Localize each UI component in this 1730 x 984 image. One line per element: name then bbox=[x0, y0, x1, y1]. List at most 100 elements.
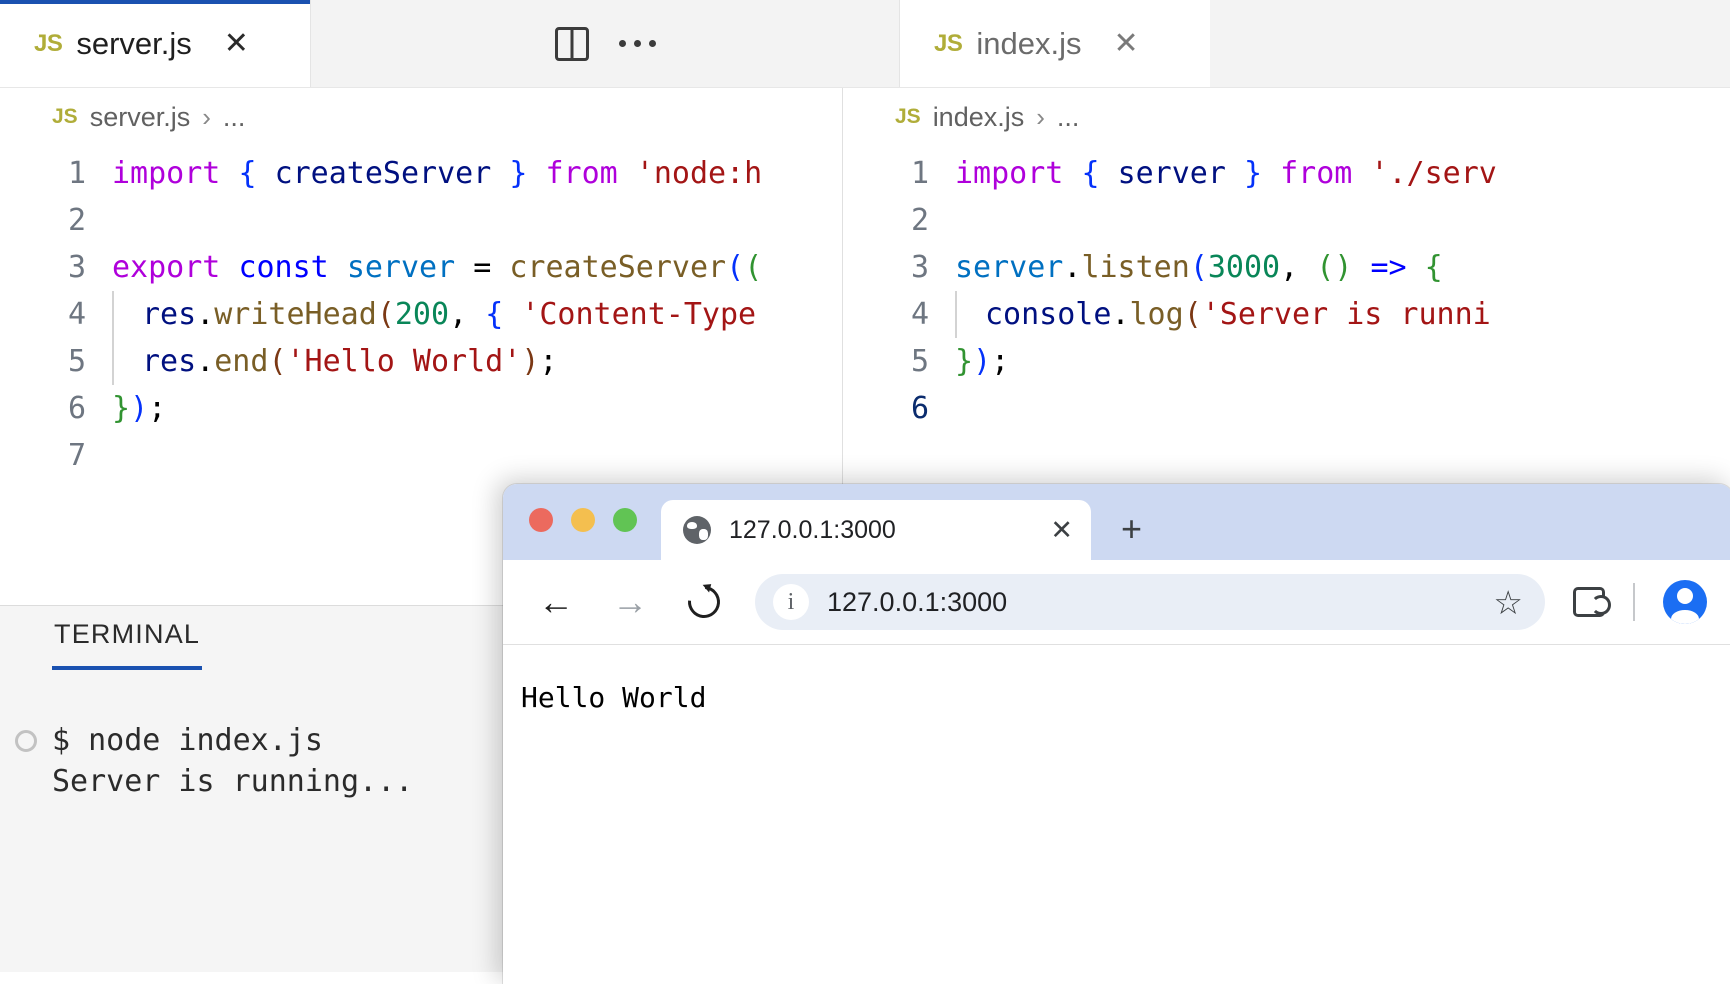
code-token bbox=[491, 156, 509, 191]
command-decoration-icon bbox=[15, 730, 37, 752]
code-token: 'Hello World' bbox=[287, 344, 522, 379]
breadcrumb-rest[interactable]: ... bbox=[1057, 102, 1080, 133]
code-token bbox=[1352, 156, 1370, 191]
code-text: res.writeHead(200, { 'Content-Type bbox=[112, 291, 756, 338]
code-token: createServer bbox=[275, 156, 492, 191]
code-line[interactable]: 5}); bbox=[843, 338, 1730, 385]
code-token: ( bbox=[1316, 250, 1334, 285]
code-line[interactable]: 2 bbox=[0, 197, 842, 244]
line-number: 2 bbox=[843, 197, 955, 244]
code-token: 'Server is runni bbox=[1202, 297, 1491, 332]
profile-avatar[interactable] bbox=[1663, 580, 1707, 624]
code-text: import { createServer } from 'node:h bbox=[112, 150, 762, 197]
browser-tab[interactable]: 127.0.0.1:3000 ✕ bbox=[661, 500, 1091, 560]
code-token: 'node:h bbox=[636, 156, 762, 191]
browser-window: 127.0.0.1:3000 ✕ + ← → i 127.0.0.1:3000 … bbox=[503, 484, 1730, 984]
reload-button[interactable] bbox=[681, 579, 727, 625]
forward-button[interactable]: → bbox=[607, 579, 653, 625]
code-line[interactable]: 4console.log('Server is runni bbox=[843, 291, 1730, 338]
traffic-lights bbox=[529, 484, 637, 560]
close-button[interactable] bbox=[529, 508, 553, 532]
terminal-text: $ node index.js bbox=[52, 720, 323, 761]
tab-terminal[interactable]: TERMINAL bbox=[52, 619, 202, 670]
code-token: res bbox=[142, 344, 196, 379]
code-token: , bbox=[1280, 250, 1298, 285]
indent-guide bbox=[112, 338, 114, 385]
code-token: } bbox=[112, 391, 130, 426]
code-token: 200 bbox=[395, 297, 449, 332]
code-line[interactable]: 4res.writeHead(200, { 'Content-Type bbox=[0, 291, 842, 338]
code-line[interactable]: 3export const server = createServer(( bbox=[0, 244, 842, 291]
close-icon[interactable]: ✕ bbox=[1050, 517, 1073, 544]
new-tab-button[interactable]: + bbox=[1121, 508, 1142, 560]
line-number: 1 bbox=[843, 150, 955, 197]
js-file-icon: JS bbox=[895, 105, 921, 129]
browser-toolbar: ← → i 127.0.0.1:3000 ☆ bbox=[503, 560, 1730, 644]
code-line[interactable]: 1import { createServer } from 'node:h bbox=[0, 150, 842, 197]
breadcrumb[interactable]: JS server.js › ... bbox=[0, 88, 842, 146]
breadcrumb-rest[interactable]: ... bbox=[223, 102, 246, 133]
indent-guide bbox=[112, 291, 114, 338]
code-token: ) bbox=[973, 344, 991, 379]
address-bar[interactable]: i 127.0.0.1:3000 ☆ bbox=[755, 574, 1545, 630]
code-token bbox=[329, 250, 347, 285]
code-area[interactable]: 1import { server } from './serv23server.… bbox=[843, 146, 1730, 432]
code-token bbox=[220, 156, 238, 191]
code-token: writeHead bbox=[214, 297, 377, 332]
bookmark-star-icon[interactable]: ☆ bbox=[1493, 586, 1523, 619]
code-line[interactable]: 6}); bbox=[0, 385, 842, 432]
line-number: 5 bbox=[0, 338, 112, 385]
code-token: ; bbox=[991, 344, 1009, 379]
code-line[interactable]: 7 bbox=[0, 432, 842, 479]
code-token: createServer bbox=[509, 250, 726, 285]
js-file-icon: JS bbox=[934, 30, 962, 58]
back-button[interactable]: ← bbox=[533, 579, 579, 625]
breadcrumb[interactable]: JS index.js › ... bbox=[843, 88, 1730, 146]
tab-server-js[interactable]: JS server.js ✕ bbox=[0, 0, 311, 87]
code-token: log bbox=[1130, 297, 1184, 332]
code-token bbox=[1407, 250, 1425, 285]
code-token: } bbox=[955, 344, 973, 379]
line-number: 5 bbox=[843, 338, 955, 385]
arrow-right-icon: → bbox=[612, 584, 648, 620]
code-token: res bbox=[142, 297, 196, 332]
code-token: = bbox=[473, 250, 491, 285]
code-area[interactable]: 1import { createServer } from 'node:h23e… bbox=[0, 146, 842, 479]
url-text: 127.0.0.1:3000 bbox=[827, 587, 1475, 618]
browser-tab-title: 127.0.0.1:3000 bbox=[729, 516, 1032, 545]
breadcrumb-file[interactable]: index.js bbox=[933, 102, 1025, 133]
code-line[interactable]: 6 bbox=[843, 385, 1730, 432]
toolbar-divider bbox=[1633, 583, 1635, 621]
line-number: 4 bbox=[843, 291, 955, 338]
code-line[interactable]: 2 bbox=[843, 197, 1730, 244]
code-token: ) bbox=[130, 391, 148, 426]
split-editor-icon[interactable] bbox=[555, 27, 589, 61]
code-text: export const server = createServer(( bbox=[112, 244, 762, 291]
tab-index-js[interactable]: JS index.js ✕ bbox=[899, 0, 1210, 87]
code-line[interactable]: 3server.listen(3000, () => { bbox=[843, 244, 1730, 291]
code-token: from bbox=[1280, 156, 1352, 191]
code-token bbox=[527, 156, 545, 191]
close-icon[interactable]: ✕ bbox=[1113, 29, 1138, 59]
close-icon[interactable]: ✕ bbox=[224, 29, 249, 59]
maximize-button[interactable] bbox=[613, 508, 637, 532]
site-info-icon[interactable]: i bbox=[773, 584, 809, 620]
minimize-button[interactable] bbox=[571, 508, 595, 532]
more-actions-icon[interactable] bbox=[619, 40, 656, 47]
page-body-text: Hello World bbox=[521, 681, 1730, 714]
code-token: import bbox=[955, 156, 1063, 191]
line-number: 6 bbox=[843, 385, 955, 432]
code-token: ( bbox=[268, 344, 286, 379]
code-line[interactable]: 5res.end('Hello World'); bbox=[0, 338, 842, 385]
line-number: 1 bbox=[0, 150, 112, 197]
js-file-icon: JS bbox=[34, 30, 62, 58]
breadcrumb-file[interactable]: server.js bbox=[90, 102, 191, 133]
extensions-icon[interactable] bbox=[1573, 587, 1605, 617]
editor-tab-bar: JS server.js ✕ JS index.js ✕ bbox=[0, 0, 1730, 88]
code-token: . bbox=[196, 344, 214, 379]
code-token: import bbox=[112, 156, 220, 191]
line-number: 2 bbox=[0, 197, 112, 244]
code-line[interactable]: 1import { server } from './serv bbox=[843, 150, 1730, 197]
code-token bbox=[257, 156, 275, 191]
code-token: ( bbox=[1184, 297, 1202, 332]
